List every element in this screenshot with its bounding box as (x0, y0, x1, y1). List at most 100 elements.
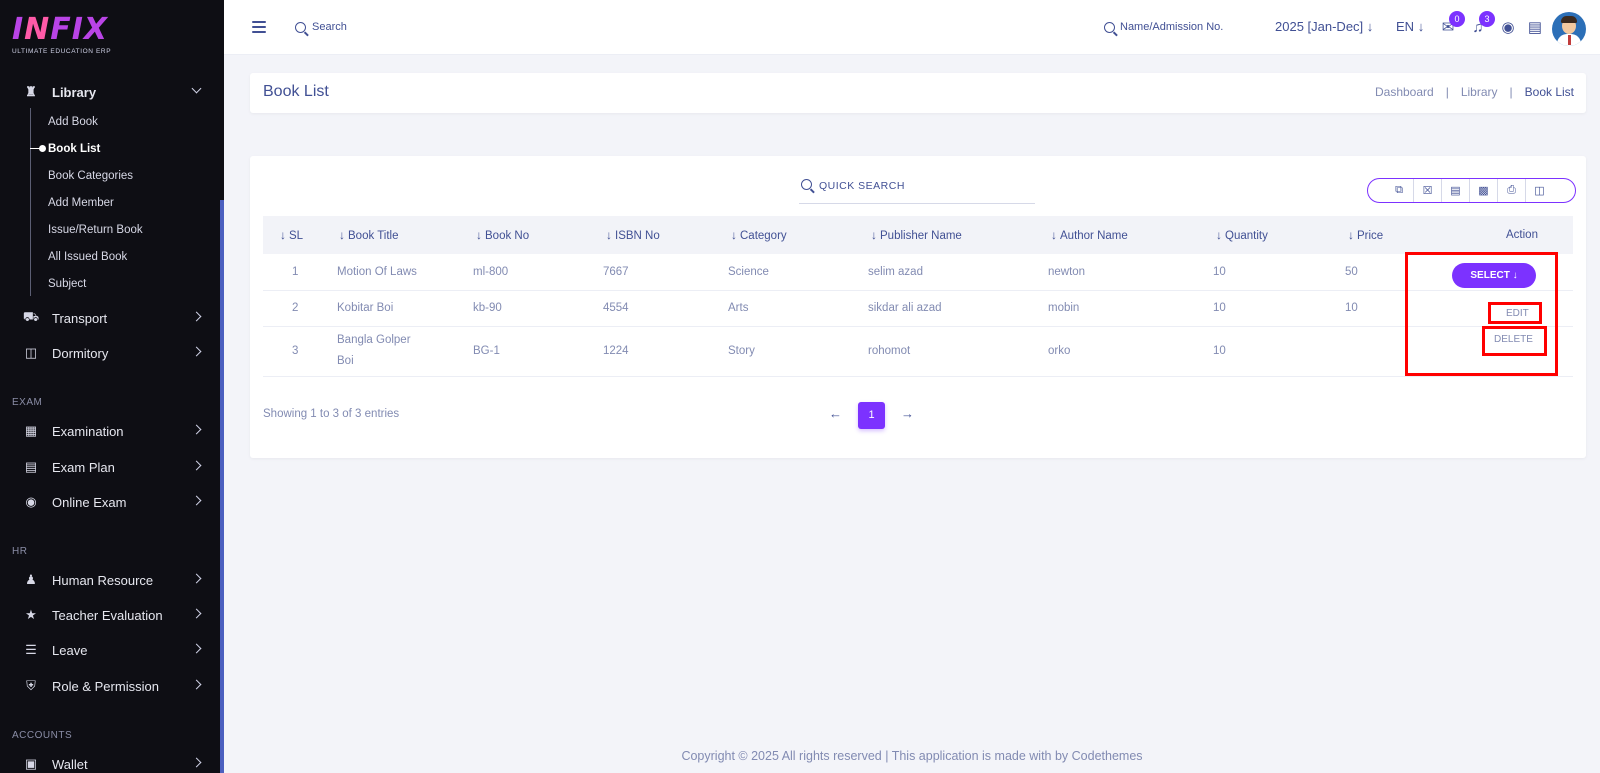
cell-category: Story (725, 326, 865, 377)
sidebar-item-role-permission[interactable]: ⛨ Role & Permission (0, 669, 220, 703)
quick-search-input[interactable] (819, 176, 1029, 196)
sort-arrow-icon: ↓ (339, 228, 345, 242)
breadcrumb-separator: | (1509, 85, 1513, 99)
csv-icon[interactable]: ▤ (1441, 179, 1469, 202)
cell-isbn: 7667 (600, 254, 725, 291)
sidebar-item-dormitory[interactable]: ◫ Dormitory (0, 336, 220, 370)
sidebar-item-label: Leave (52, 642, 88, 658)
user-avatar[interactable] (1552, 12, 1586, 46)
column-header-author-name[interactable]: ↓ Author Name (1045, 216, 1210, 254)
chevron-right-icon (191, 757, 202, 768)
pagination-page-1[interactable]: 1 (858, 402, 885, 429)
messages-icon[interactable]: ✉ 0 (1439, 11, 1465, 37)
sort-arrow-icon: ↓ (1216, 228, 1222, 242)
cell-sl: 1 (263, 254, 333, 291)
footer-copyright: Copyright © 2025 All rights reserved | T… (681, 749, 1143, 763)
sidebar-subitem-issue-return-book[interactable]: Issue/Return Book (48, 224, 143, 236)
column-header-isbn-no[interactable]: ↓ ISBN No (600, 216, 725, 254)
arrow-right-icon[interactable]: → (901, 406, 914, 421)
cell-price: 50 (1342, 254, 1452, 291)
column-header-quantity[interactable]: ↓ Quantity (1210, 216, 1342, 254)
sidebar-item-transport[interactable]: ⛟ Transport (0, 301, 220, 335)
column-header-book-no[interactable]: ↓ Book No (470, 216, 600, 254)
top-search-input[interactable]: Search (312, 21, 347, 33)
select-action-button[interactable]: SELECT ↓ (1452, 263, 1536, 288)
cell-category: Science (725, 254, 865, 291)
infix-logo[interactable]: INFIX ULTIMATE EDUCATION ERP (12, 14, 122, 60)
bell-icon[interactable]: ♫ 3 (1469, 11, 1495, 37)
sidebar-subitem-book-list[interactable]: Book List (48, 143, 100, 155)
admission-search-input[interactable]: Name/Admission No. (1120, 21, 1223, 33)
wallet-icon: ▣ (24, 756, 38, 771)
table-row: 3 Bangla Golper Boi BG-1 1224 Story roho… (263, 326, 1573, 377)
column-header-price[interactable]: ↓ Price (1342, 216, 1452, 254)
sidebar-subitem-add-book[interactable]: Add Book (48, 116, 98, 128)
sidebar-subitem-subject[interactable]: Subject (48, 278, 86, 290)
sidebar-item-teacher-evaluation[interactable]: ★ Teacher Evaluation (0, 598, 220, 632)
academic-year-select[interactable]: 2025 [Jan-Dec] ↓ (1275, 19, 1373, 34)
cell-book-no: kb-90 (470, 290, 600, 327)
pdf-icon[interactable]: ▩ (1469, 179, 1497, 202)
cell-author: orko (1045, 326, 1210, 377)
cell-quantity: 10 (1210, 254, 1342, 291)
sidebar-item-human-resource[interactable]: ♟ Human Resource (0, 563, 220, 597)
language-select[interactable]: EN ↓ (1396, 19, 1424, 34)
messages-badge: 0 (1449, 11, 1465, 27)
sidebar-scrollbar[interactable] (220, 200, 224, 773)
chevron-right-icon (191, 573, 202, 584)
sidebar-item-leave[interactable]: ☰ Leave (0, 633, 220, 667)
edit-option[interactable]: EDIT (1506, 308, 1529, 319)
globe-icon[interactable]: ◉ (1499, 19, 1517, 37)
columns-icon[interactable]: ◫ (1525, 179, 1553, 202)
cell-sl: 3 (263, 326, 333, 377)
menu-toggle-icon[interactable] (252, 21, 266, 36)
sidebar-subitem-all-issued-book[interactable]: All Issued Book (48, 251, 127, 263)
cell-author: mobin (1045, 290, 1210, 327)
sidebar-item-examination[interactable]: ▦ Examination (0, 414, 220, 448)
quick-search (799, 174, 1035, 204)
section-title-exam: EXAM (12, 397, 43, 408)
cell-quantity: 10 (1210, 326, 1342, 377)
notifications-badge: 3 (1479, 11, 1495, 27)
entries-info: Showing 1 to 3 of 3 entries (263, 408, 400, 420)
cell-publisher: rohomot (865, 326, 1045, 377)
chevron-right-icon (191, 460, 202, 471)
section-title-accounts: ACCOUNTS (12, 730, 73, 741)
chart-icon[interactable]: ▤ (1526, 19, 1544, 37)
sidebar-item-label: Examination (52, 423, 124, 439)
column-header-sl[interactable]: ↓ SL (263, 216, 333, 254)
sidebar-item-label: Human Resource (52, 572, 154, 588)
sort-arrow-icon: ↓ (871, 228, 877, 242)
delete-option[interactable]: DELETE (1494, 334, 1533, 345)
column-header-category[interactable]: ↓ Category (725, 216, 865, 254)
column-header-publisher-name[interactable]: ↓ Publisher Name (865, 216, 1045, 254)
cell-author: newton (1045, 254, 1210, 291)
sidebar-subitem-book-categories[interactable]: Book Categories (48, 170, 133, 182)
cell-publisher: selim azad (865, 254, 1045, 291)
sidebar-subitem-add-member[interactable]: Add Member (48, 197, 114, 209)
breadcrumb-dashboard[interactable]: Dashboard (1375, 85, 1434, 99)
breadcrumb-separator: | (1445, 85, 1449, 99)
sort-arrow-icon: ↓ (476, 228, 482, 242)
print-icon[interactable]: ⎙ (1497, 179, 1525, 202)
language-value: EN (1396, 19, 1415, 34)
sidebar-item-label: Dormitory (52, 345, 109, 361)
copy-icon[interactable]: ⧉ (1385, 179, 1413, 202)
sort-arrow-icon: ↓ (1348, 228, 1354, 242)
excel-icon[interactable]: ☒ (1413, 179, 1441, 202)
breadcrumb-library[interactable]: Library (1461, 85, 1498, 99)
sidebar-item-exam-plan[interactable]: ▤ Exam Plan (0, 450, 220, 484)
sidebar-item-library[interactable]: ♜ Library (0, 75, 220, 109)
sidebar-item-online-exam[interactable]: ◉ Online Exam (0, 485, 220, 519)
table-header-row: ↓ SL ↓ Book Title ↓ Book No ↓ ISBN No ↓ Categ… (263, 216, 1573, 254)
active-indicator-dot (30, 145, 46, 152)
star-icon: ★ (25, 607, 37, 622)
sidebar-item-label: Teacher Evaluation (52, 607, 163, 623)
book-list-card: ⧉ ☒ ▤ ▩ ⎙ ◫ ↓SL ↓Book Title ↓Book No ↓IS… (250, 156, 1586, 458)
sidebar-item-wallet[interactable]: ▣ Wallet (0, 747, 220, 773)
chevron-right-icon (191, 679, 202, 690)
column-header-book-title[interactable]: ↓ Book Title (333, 216, 470, 254)
arrow-left-icon[interactable]: ← (829, 406, 842, 421)
top-header: Search Name/Admission No. 2025 [Jan-Dec]… (224, 0, 1600, 55)
cell-price: 10 (1342, 290, 1452, 327)
